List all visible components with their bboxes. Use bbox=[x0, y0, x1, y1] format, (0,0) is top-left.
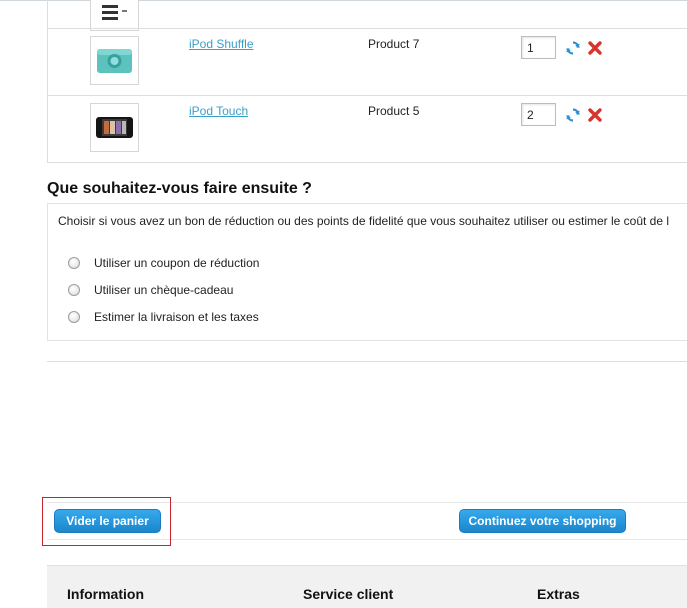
section-divider bbox=[47, 361, 687, 362]
footer-heading-extras: Extras bbox=[537, 586, 580, 602]
cart-row: iPod Touch Product 5 bbox=[48, 96, 687, 163]
remove-icon[interactable] bbox=[587, 107, 603, 123]
ipod-touch-image bbox=[96, 117, 133, 138]
next-step-intro: Choisir si vous avez un bon de réduction… bbox=[58, 214, 670, 228]
cart-table: iPod Shuffle Product 7 1 iPod Touch Prod… bbox=[47, 0, 687, 163]
update-icon[interactable] bbox=[565, 40, 581, 56]
next-step-options: Choisir si vous avez un bon de réduction… bbox=[47, 203, 687, 341]
next-step-title: Que souhaitez-vous faire ensuite ? bbox=[47, 180, 312, 197]
product-name-link[interactable]: iPod Touch bbox=[189, 104, 248, 118]
cart-row-partial bbox=[48, 0, 687, 31]
coupon-option-label[interactable]: Utiliser un coupon de réduction bbox=[94, 256, 259, 270]
footer: Information Service client Extras bbox=[47, 565, 687, 608]
product-name-link[interactable]: iPod Shuffle bbox=[189, 37, 254, 51]
footer-heading-information: Information bbox=[67, 586, 144, 602]
cart-row: iPod Shuffle Product 7 bbox=[48, 29, 687, 96]
voucher-option-label[interactable]: Utiliser un chèque-cadeau bbox=[94, 283, 233, 297]
shipping-estimate-option-label[interactable]: Estimer la livraison et les taxes bbox=[94, 310, 259, 324]
ipod-shuffle-image bbox=[97, 49, 132, 73]
shipping-estimate-radio[interactable] bbox=[68, 311, 80, 323]
product-thumbnail[interactable] bbox=[90, 0, 139, 31]
product-model: Product 7 bbox=[368, 37, 420, 51]
product-thumbnail[interactable] bbox=[90, 36, 139, 85]
product-thumbnail[interactable] bbox=[90, 103, 139, 152]
quantity-input[interactable] bbox=[521, 103, 556, 126]
footer-heading-customer-service: Service client bbox=[303, 586, 394, 602]
voucher-radio[interactable] bbox=[68, 284, 80, 296]
product-image bbox=[102, 5, 127, 20]
clear-cart-button[interactable]: Vider le panier bbox=[54, 509, 161, 533]
coupon-radio[interactable] bbox=[68, 257, 80, 269]
update-icon[interactable] bbox=[565, 107, 581, 123]
remove-icon[interactable] bbox=[587, 40, 603, 56]
continue-shopping-button[interactable]: Continuez votre shopping bbox=[459, 509, 626, 533]
product-model: Product 5 bbox=[368, 104, 420, 118]
quantity-input[interactable] bbox=[521, 36, 556, 59]
